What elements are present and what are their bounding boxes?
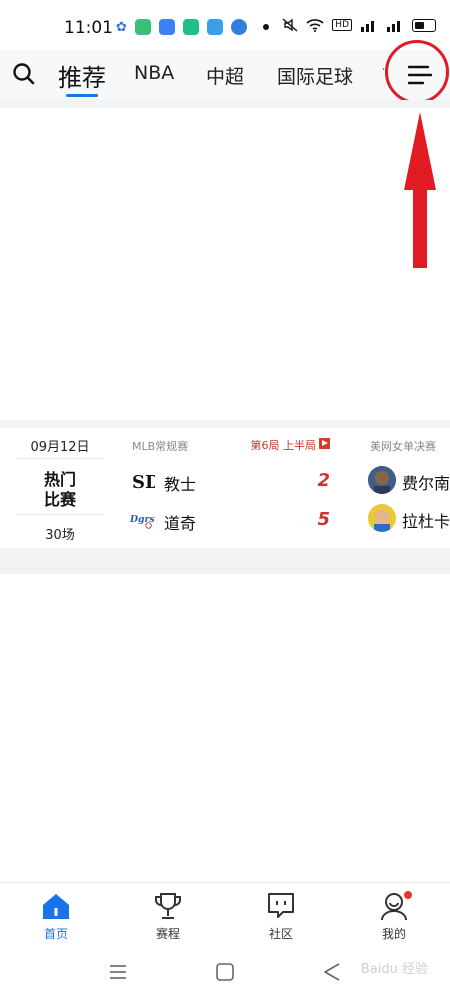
match-card-mlb[interactable]: MLB常规赛 第6局 上半局 SD 教士 2 Dgrs 道奇 5 (118, 428, 342, 548)
svg-text:SD: SD (132, 472, 155, 493)
system-status-icons: HD (282, 18, 436, 32)
nav-profile[interactable]: 我的 (338, 883, 450, 947)
trophy-icon (155, 893, 181, 919)
recent-apps-icon[interactable] (106, 960, 130, 984)
app-notification-icon (182, 19, 199, 35)
app-notification-icon (230, 19, 247, 35)
home-icon (43, 894, 69, 919)
app-notification-icon (206, 19, 223, 35)
nav-home-label: 首页 (43, 927, 68, 941)
tab-nba[interactable]: NBA (134, 62, 174, 84)
nav-schedule-label: 赛程 (155, 927, 180, 941)
live-play-icon (319, 438, 330, 449)
notification-badge (404, 891, 412, 899)
annotation-circle (385, 40, 449, 104)
top-tab-bar: 推荐 NBA 中超 国际足球 西 (0, 50, 450, 100)
away-team-name: 道奇 (164, 514, 197, 533)
divider (16, 458, 104, 459)
player1-name: 费尔南 (402, 474, 450, 493)
league-name: MLB常规赛 (132, 440, 189, 453)
hot-label-line1: 热门 (43, 470, 76, 489)
section-divider (0, 548, 450, 574)
player-avatar (368, 466, 396, 494)
section-divider (0, 420, 450, 428)
watermark: Baidu 经验 (360, 962, 428, 977)
hd-icon: HD (332, 19, 352, 31)
battery-icon (412, 18, 436, 32)
section-divider (0, 100, 450, 108)
signal-icon (387, 21, 400, 32)
nav-community-label: 社区 (268, 927, 293, 941)
svg-text:Dgrs: Dgrs (130, 514, 155, 525)
signal-icon (361, 21, 374, 32)
player2-name: 拉杜卡 (402, 512, 450, 531)
match-count: 30场 (45, 528, 75, 543)
settings-notification-icon: ✿ (116, 19, 127, 35)
schedule-date: 09月12日 (30, 440, 90, 455)
home-team-score: 2 (317, 470, 330, 491)
community-icon (268, 893, 294, 918)
bottom-nav-bar: 首页 赛程 社区 我的 (0, 882, 450, 947)
nav-schedule[interactable]: 赛程 (112, 883, 224, 947)
phone-app-icon (134, 19, 151, 35)
player-avatar (368, 504, 396, 532)
hot-label-line2: 比赛 (43, 490, 76, 509)
notification-icons: ✿ (116, 19, 269, 35)
nav-home[interactable]: 首页 (0, 883, 112, 947)
padres-logo-icon: SD (130, 468, 156, 494)
nav-profile-label: 我的 (381, 927, 406, 941)
home-team-name: 教士 (164, 475, 197, 494)
mute-icon (282, 18, 298, 32)
match-card-usopen[interactable]: 美网女单决赛 费尔南 拉杜卡 (356, 428, 450, 548)
dodgers-logo-icon: Dgrs (130, 506, 156, 532)
schedule-date-card[interactable]: 09月12日 热门 比赛 30场 (16, 428, 104, 548)
tab-recommend[interactable]: 推荐 (58, 58, 106, 93)
status-time: 11:01 (64, 18, 113, 38)
tab-intl-football[interactable]: 国际足球 (277, 62, 353, 89)
nav-community[interactable]: 社区 (225, 883, 337, 947)
home-button-icon[interactable] (213, 960, 237, 984)
away-team-score: 5 (317, 509, 330, 530)
league-name: 美网女单决赛 (370, 440, 436, 453)
hot-matches-label: 热门 比赛 (16, 470, 104, 510)
match-status: 第6局 上半局 (250, 439, 317, 452)
app-notification-icon (158, 19, 175, 35)
more-dot-icon (262, 24, 269, 30)
active-tab-indicator (66, 94, 98, 97)
divider (16, 514, 104, 515)
status-bar: 11:01 ✿ HD (0, 0, 450, 50)
search-icon[interactable] (12, 62, 36, 90)
back-icon[interactable] (320, 960, 344, 984)
tab-csl[interactable]: 中超 (206, 62, 244, 89)
annotation-arrow (404, 112, 436, 268)
wifi-icon (306, 19, 324, 32)
